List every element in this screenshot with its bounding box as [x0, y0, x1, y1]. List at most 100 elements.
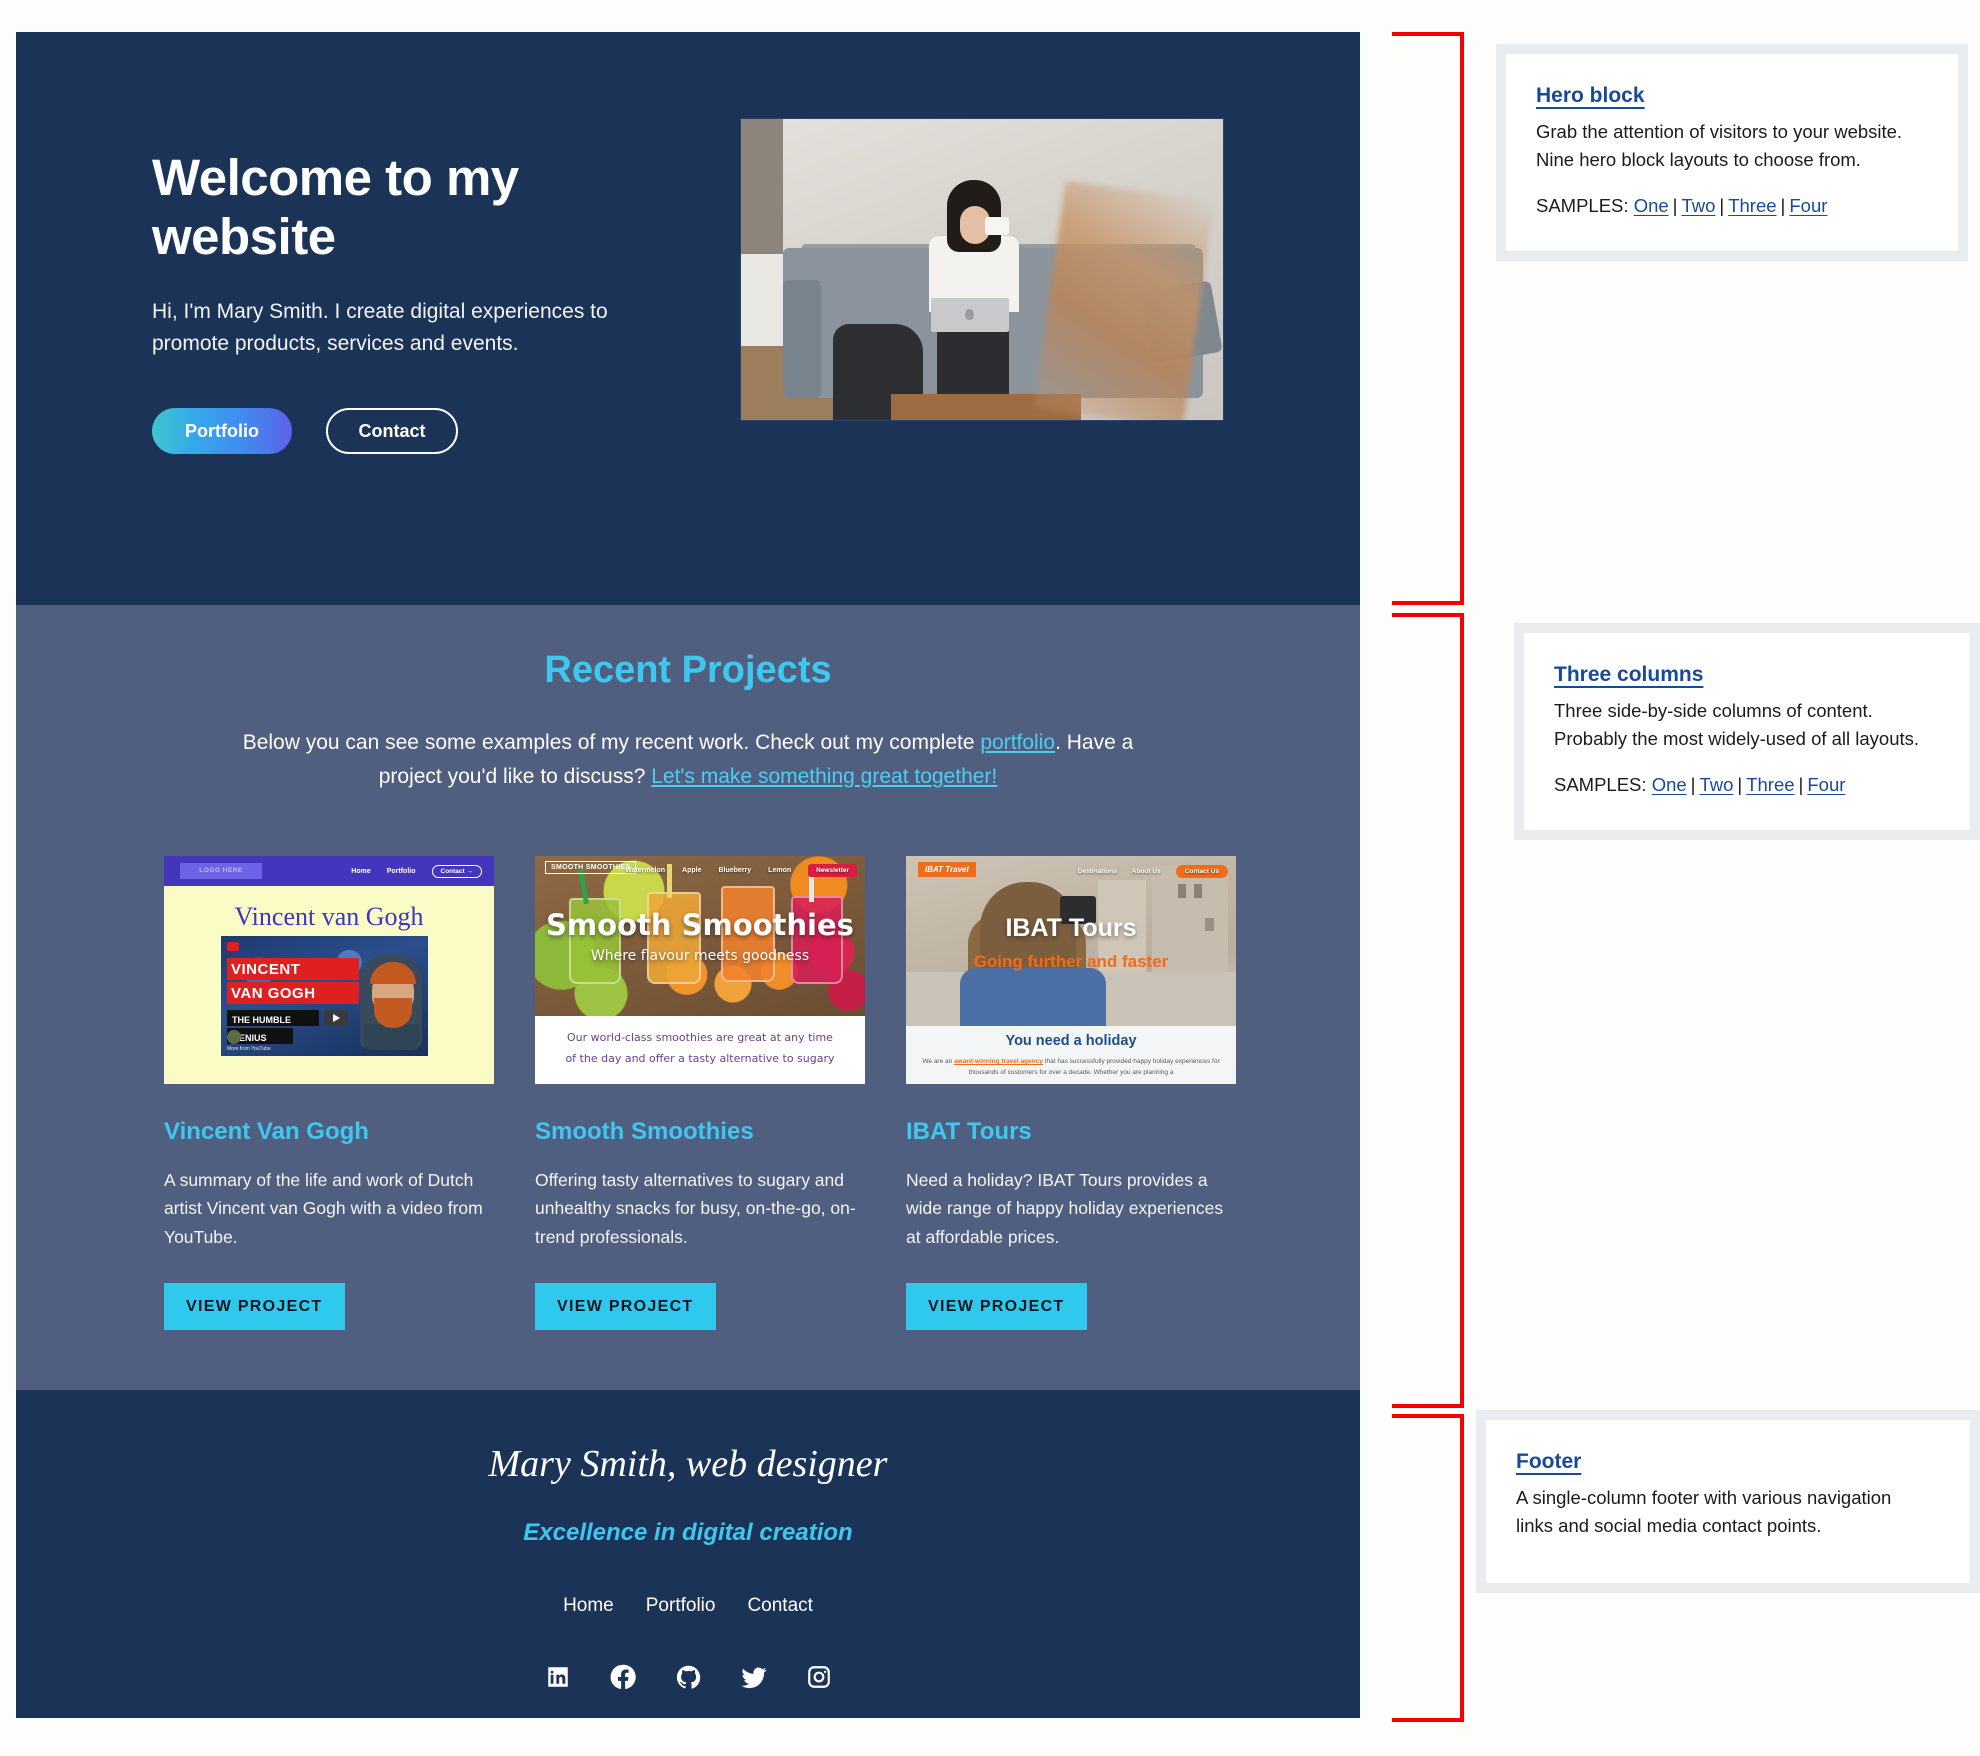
thumb-nav-item: Home [351, 868, 371, 876]
annotation-text: Grab the attention of visitors to your w… [1536, 118, 1928, 175]
project-title: Smooth Smoothies [535, 1118, 754, 1146]
github-icon[interactable] [675, 1664, 702, 1691]
thumb-nav-item: Portfolio [386, 868, 416, 876]
view-project-button[interactable]: VIEW PROJECT [906, 1283, 1087, 1331]
annotation-line: Nine hero block layouts to choose from. [1536, 149, 1861, 171]
hero-button-group: Portfolio Contact [152, 408, 702, 455]
annotation-line: Grab the attention of visitors to your w… [1536, 121, 1903, 142]
thumb-page-subtitle: Where flavour meets goodness [590, 948, 810, 965]
footer-nav: Home Portfolio Contact [16, 1595, 1360, 1617]
hero-subtitle: Hi, I'm Mary Smith. I create digital exp… [152, 300, 608, 356]
thumb-page-title: Smooth Smoothies [546, 908, 854, 943]
footer-nav-home[interactable]: Home [563, 1595, 614, 1617]
annotation-bracket-hero [1392, 32, 1464, 605]
section-lede: Below you can see some examples of my re… [218, 726, 1158, 794]
annotation-bracket-footer [1392, 1414, 1464, 1722]
annotation-card-footer: Footer A single-column footer with vario… [1476, 1410, 1980, 1593]
thumb-logo: IBAT Travel [918, 862, 976, 878]
thumb-nav: Watermelon Apple Blueberry Lemon Newslet… [625, 864, 857, 878]
footer-tagline: Excellence in digital creation [523, 1519, 853, 1547]
footer-name: Mary Smith, web designer [488, 1443, 888, 1486]
project-description: A summary of the life and work of Dutch … [164, 1170, 483, 1247]
hero-block: Welcome to my website Hi, I'm Mary Smith… [16, 32, 1360, 605]
thumb-page-title: IBAT Tours [1005, 914, 1137, 943]
sample-link-one[interactable]: One [1652, 774, 1687, 795]
contact-button[interactable]: Contact [326, 408, 458, 455]
thumb-nav-item: Blueberry [718, 867, 752, 875]
sample-link-two[interactable]: Two [1681, 195, 1715, 216]
project-thumbnail-ibat[interactable]: IBAT Travel Destinations About Us Contac… [906, 856, 1236, 1085]
sample-link-four[interactable]: Four [1807, 774, 1845, 795]
portfolio-link[interactable]: portfolio [980, 731, 1055, 754]
samples-label: SAMPLES: [1536, 194, 1629, 216]
footer-block: Mary Smith, web designer Excellence in d… [16, 1390, 1360, 1719]
annotation-line: links and social media contact points. [1516, 1515, 1822, 1537]
thumb-nav-item: Lemon [768, 867, 792, 875]
thumb-nav: Home Portfolio Contact → [351, 865, 482, 879]
sample-link-two[interactable]: Two [1699, 774, 1733, 795]
thumb-nav-item: About Us [1131, 868, 1161, 876]
annotation-samples: SAMPLES: One | Two | Three | Four [1554, 773, 1846, 795]
linkedin-icon[interactable] [545, 1664, 571, 1690]
twitter-icon[interactable] [740, 1663, 768, 1691]
footer-social-links [16, 1663, 1360, 1691]
project-thumbnail-smoothies[interactable]: SMOOTH SMOOTHIES Watermelon Apple Bluebe… [535, 856, 865, 1085]
thumb-video: VINCENT VAN GOGH THE HUMBLE GENIUS More … [221, 936, 428, 1057]
project-card: LOGO HERE Home Portfolio Contact → Vince… [164, 856, 494, 1331]
thumb-page-subtitle: Going further and faster [973, 952, 1169, 972]
hero-photo [740, 118, 1224, 421]
sample-link-three[interactable]: Three [1728, 195, 1776, 216]
sample-link-one[interactable]: One [1634, 195, 1669, 216]
thumb-section-heading: You need a holiday [1005, 1033, 1137, 1050]
footer-nav-contact[interactable]: Contact [747, 1595, 812, 1617]
portfolio-button[interactable]: Portfolio [152, 408, 292, 455]
screenshot-root: Welcome to my website Hi, I'm Mary Smith… [0, 0, 1980, 1756]
sample-link-four[interactable]: Four [1789, 195, 1827, 216]
lede-text-1: Below you can see some examples of my re… [242, 731, 981, 754]
thumb-nav: Destinations About Us Contact Us [1077, 865, 1228, 879]
view-project-button[interactable]: VIEW PROJECT [535, 1283, 716, 1331]
thumb-body-line: of the day and offer a tasty alternative… [565, 1051, 835, 1065]
thumb-nav-button: Contact → [431, 865, 482, 879]
annotation-samples: SAMPLES: One | Two | Three | Four [1536, 194, 1828, 216]
thumb-nav-item: Watermelon [625, 867, 666, 875]
project-title: IBAT Tours [906, 1118, 1032, 1146]
annotation-heading[interactable]: Hero block [1536, 84, 1928, 108]
annotation-line: Three side-by-side columns of content. [1554, 700, 1873, 721]
annotation-text: Three side-by-side columns of content. P… [1554, 697, 1940, 754]
thumb-body-text: We are an award-winning travel agency th… [922, 1058, 1220, 1077]
annotation-bracket-columns [1392, 613, 1464, 1408]
thumb-video-more: More from YouTube [227, 1046, 271, 1053]
play-icon [324, 1010, 348, 1027]
section-heading: Recent Projects [544, 649, 832, 691]
view-project-button[interactable]: VIEW PROJECT [164, 1283, 345, 1331]
annotation-heading[interactable]: Footer [1516, 1450, 1940, 1474]
project-card-grid: LOGO HERE Home Portfolio Contact → Vince… [16, 794, 1360, 1331]
annotation-card-hero: Hero block Grab the attention of visitor… [1496, 44, 1968, 261]
project-title: Vincent Van Gogh [164, 1118, 369, 1146]
facebook-icon[interactable] [609, 1663, 637, 1691]
three-columns-block: Recent Projects Below you can see some e… [16, 605, 1360, 1391]
hero-title: Welcome to my website [152, 149, 519, 266]
thumb-logo: SMOOTH SMOOTHIES [545, 861, 637, 875]
annotation-heading[interactable]: Three columns [1554, 663, 1940, 687]
instagram-icon[interactable] [806, 1664, 832, 1690]
project-card: IBAT Travel Destinations About Us Contac… [906, 856, 1236, 1331]
annotation-card-three-columns: Three columns Three side-by-side columns… [1514, 623, 1980, 840]
annotation-line: Probably the most widely-used of all lay… [1554, 728, 1920, 750]
project-thumbnail-vangogh[interactable]: LOGO HERE Home Portfolio Contact → Vince… [164, 856, 494, 1085]
thumb-video-line: VINCENT [231, 961, 301, 979]
thumb-nav-item: Destinations [1077, 868, 1117, 876]
samples-label: SAMPLES: [1554, 773, 1647, 795]
footer-nav-portfolio[interactable]: Portfolio [646, 1595, 716, 1617]
project-card: SMOOTH SMOOTHIES Watermelon Apple Bluebe… [535, 856, 865, 1331]
thumb-video-line: THE HUMBLE [232, 1015, 291, 1026]
contact-cta-link[interactable]: Let's make something great together! [651, 765, 997, 788]
thumb-logo: LOGO HERE [180, 863, 262, 880]
thumb-nav-button: Newsletter [808, 864, 857, 878]
sample-link-three[interactable]: Three [1746, 774, 1794, 795]
thumb-page-title: Vincent van Gogh [234, 902, 424, 932]
thumb-nav-button: Contact Us [1175, 865, 1228, 879]
thumb-video-line: VAN GOGH [231, 985, 316, 1003]
thumb-body-line: Our world-class smoothies are great at a… [567, 1031, 833, 1045]
